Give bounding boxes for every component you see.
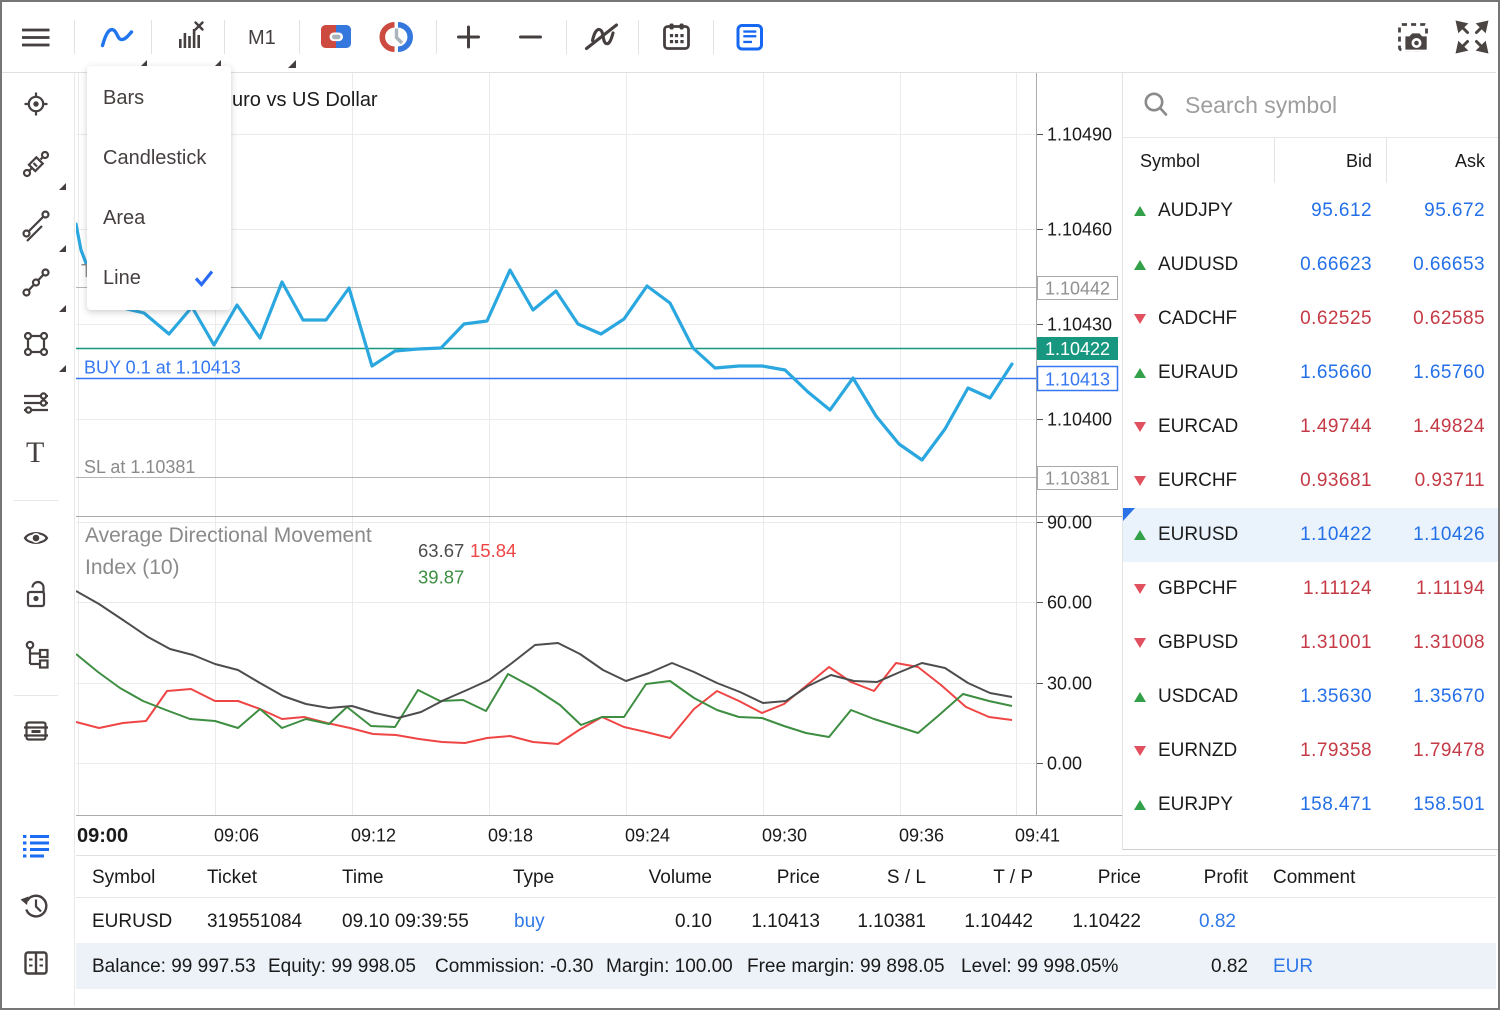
svg-text:09:12: 09:12 xyxy=(351,826,396,846)
svg-text:09:00: 09:00 xyxy=(77,825,128,847)
svg-text:09:36: 09:36 xyxy=(899,826,944,846)
svg-text:1.10490: 1.10490 xyxy=(1047,125,1112,145)
svg-text:1.10381: 1.10381 xyxy=(1045,469,1110,489)
svg-text:09:18: 09:18 xyxy=(488,826,533,846)
svg-text:60.00: 60.00 xyxy=(1047,593,1092,613)
svg-text:09:24: 09:24 xyxy=(625,826,670,846)
svg-text:1.10460: 1.10460 xyxy=(1047,220,1112,240)
svg-text:63.67: 63.67 xyxy=(418,540,464,561)
svg-text:M1: M1 xyxy=(248,27,276,49)
svg-text:09:06: 09:06 xyxy=(214,826,259,846)
svg-text:T: T xyxy=(26,436,44,469)
svg-text:SL at 1.10381: SL at 1.10381 xyxy=(84,457,195,477)
svg-text:39.87: 39.87 xyxy=(418,567,464,588)
svg-text:BUY 0.1 at 1.10413: BUY 0.1 at 1.10413 xyxy=(84,358,241,378)
svg-text:30.00: 30.00 xyxy=(1047,674,1092,694)
svg-text:Index (10): Index (10) xyxy=(85,556,180,579)
svg-text:0.00: 0.00 xyxy=(1047,754,1082,774)
svg-text:90.00: 90.00 xyxy=(1047,513,1092,533)
svg-text:1.10422: 1.10422 xyxy=(1045,339,1110,359)
svg-text:09:30: 09:30 xyxy=(762,826,807,846)
svg-text:1.10413: 1.10413 xyxy=(1045,370,1110,390)
svg-text:1.10430: 1.10430 xyxy=(1047,315,1112,335)
svg-text:uro vs US Dollar: uro vs US Dollar xyxy=(232,89,378,111)
svg-text:1.10442: 1.10442 xyxy=(1045,279,1110,299)
svg-text:Average Directional Movement: Average Directional Movement xyxy=(85,524,372,547)
svg-text:1.10400: 1.10400 xyxy=(1047,410,1112,430)
svg-text:15.84: 15.84 xyxy=(470,540,516,561)
